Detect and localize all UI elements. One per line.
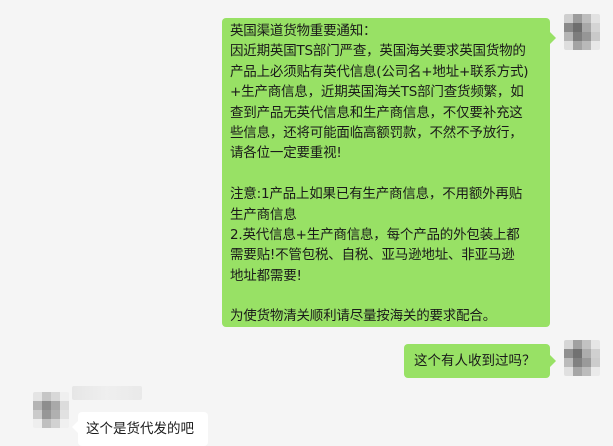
notice-line: 注意:1产品上如果已有生产商信息，不用额外再贴: [230, 186, 523, 203]
notice-line: 查到产品无英代信息和生产商信息，不仅要补充这: [230, 104, 523, 121]
message-text: 这个有人收到过吗？: [414, 353, 536, 369]
sender-name-blurred: [72, 386, 142, 400]
notice-line: 产品上必须贴有英代信息(公司名+地址+联系方式): [230, 63, 529, 80]
notice-line: 请各位一定要重视!: [230, 145, 342, 162]
notice-line: 为使货物清关顺利请尽量按海关的要求配合。: [230, 308, 496, 325]
notice-line: 地址都需要!: [230, 267, 302, 284]
notice-line: 英国渠道货物重要通知：: [230, 23, 377, 39]
notice-line: 生产商信息: [230, 206, 297, 223]
chat-message-area[interactable]: 英国渠道货物重要通知： 因近期英国TS部门严查，英国海关要求英国货物的 产品上必…: [0, 0, 613, 446]
bubble-tail: [72, 421, 78, 433]
notice-blank-line: [230, 286, 542, 306]
notice-line: 需要贴!不管包税、自税、亚马逊地址、非亚马逊: [230, 247, 515, 264]
self-avatar[interactable]: [564, 14, 600, 50]
notice-line: +生产商信息，近期英国海关TS部门查货频繁，如: [230, 84, 524, 101]
notice-line: 些信息，还将可能面临高额罚款，不然不予放行，: [230, 124, 523, 141]
bubble-tail: [550, 32, 556, 44]
self-avatar[interactable]: [564, 340, 600, 376]
bubble-tail: [550, 355, 556, 367]
notice-line: 2.英代信息+生产商信息，每个产品的外包装上都: [230, 226, 520, 243]
contact-avatar[interactable]: [33, 392, 69, 428]
notice-line: 因近期英国TS部门严查，英国海关要求英国货物的: [230, 43, 526, 60]
notice-blank-line: [230, 164, 542, 184]
question-message-bubble[interactable]: 这个有人收到过吗？: [404, 344, 556, 378]
notice-message-bubble[interactable]: 英国渠道货物重要通知： 因近期英国TS部门严查，英国海关要求英国货物的 产品上必…: [222, 18, 556, 327]
message-text: 这个是货代发的吧: [86, 421, 194, 437]
